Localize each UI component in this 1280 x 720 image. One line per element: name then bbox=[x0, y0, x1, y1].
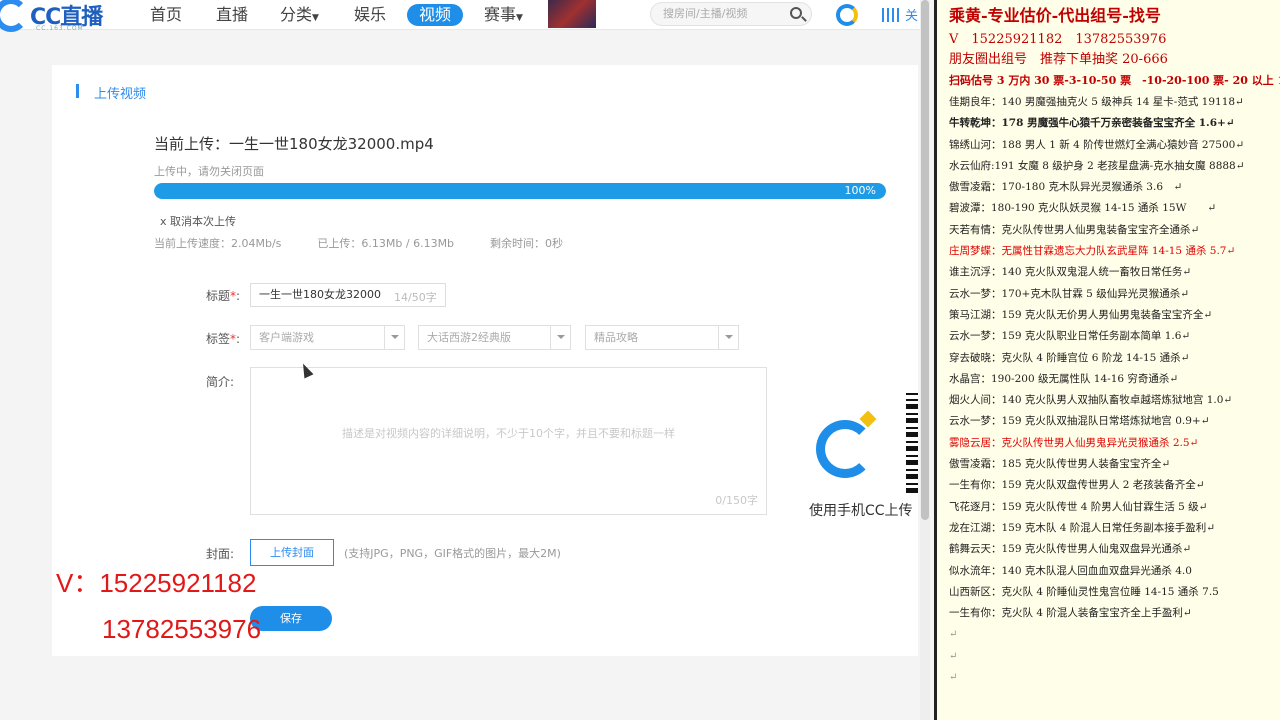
side-row: 天若有情：克火队传世男人仙男鬼装备宝宝齐全通杀↵ bbox=[949, 223, 1200, 236]
side-row: 谁主沉浮：140 克火队双鬼混人统一畜牧日常任务↵ bbox=[949, 266, 1192, 279]
upload-hint: 上传中，请勿关闭页面 bbox=[154, 165, 264, 178]
side-row: 水晶宫：190-200 级无属性队 14-16 穷奇通杀↵ bbox=[949, 372, 1179, 385]
remaining-time: 剩余时间：0秒 bbox=[490, 237, 564, 250]
search-icon[interactable] bbox=[790, 7, 802, 19]
nav-category[interactable]: 分类▼ bbox=[280, 4, 319, 26]
side-row: 傲雪凌霜：185 克火队传世男人装备宝宝齐全↵ bbox=[949, 458, 1171, 471]
qr-code-icon bbox=[906, 393, 918, 493]
side-title: 乘黄-专业估价-代出组号-找号 bbox=[949, 6, 1161, 25]
cc-logo-icon bbox=[0, 0, 28, 32]
side-row: 穿去破晓：克火队 4 阶睡宫位 6 阶龙 14-15 通杀↵ bbox=[949, 351, 1190, 364]
cc-app-icon[interactable] bbox=[836, 4, 858, 26]
upload-progress-fill bbox=[154, 183, 886, 199]
scrollbar-thumb[interactable] bbox=[921, 0, 929, 520]
description-textarea[interactable]: 描述是对视频内容的详细说明，不少于10个字，并且不要和标题一样 0/150字 bbox=[250, 367, 767, 515]
cover-hint: (支持JPG，PNG，GIF格式的图片，最大2M) bbox=[344, 547, 561, 560]
blank-line: ↵ bbox=[949, 650, 958, 662]
side-row: 雾隐云居：克火队传世男人仙男鬼异光灵猴通杀 2.5↵ bbox=[949, 436, 1199, 449]
side-scan-pricing: 扫码估号 3 万内 30 票-3-10-50 票 -10-20-100 票- 2… bbox=[949, 74, 1280, 87]
title-label-text: 标题 bbox=[205, 289, 230, 303]
title-char-count: 14/50字 bbox=[394, 291, 437, 304]
label-colon: : bbox=[235, 289, 240, 303]
side-promo: 朋友圈出组号 推荐下单抽奖 20-666 bbox=[949, 52, 1168, 67]
nav-home[interactable]: 首页 bbox=[150, 4, 182, 26]
cover-label: 封面: bbox=[205, 547, 234, 561]
tag-select-1[interactable]: 客户端游戏 bbox=[250, 325, 405, 350]
logo-subtext: CC.163.COM bbox=[36, 25, 84, 32]
nav-events[interactable]: 赛事▼ bbox=[484, 4, 523, 26]
side-row: 云水一梦：159 克火队双抽混队日常塔炼狱地宫 0.9+↵ bbox=[949, 415, 1210, 428]
side-row: 鹤舞云天：159 克火队传世男人仙鬼双盘异光通杀↵ bbox=[949, 543, 1192, 556]
side-row: 锦绣山河：188 男人 1 新 4 阶传世燃灯全满心猿妙音 27500↵ bbox=[949, 138, 1245, 151]
side-row: 牛转乾坤：178 男魔强牛心猿千万亲密装备宝宝齐全 1.6+↵ bbox=[949, 117, 1235, 130]
side-rows: 佳期良年：140 男魔强抽克火 5 级神兵 14 星卡-范式 19118↵ 牛转乾… bbox=[949, 92, 1280, 624]
chevron-down-icon: ▼ bbox=[312, 13, 319, 23]
page-scrollbar[interactable] bbox=[920, 0, 930, 720]
chevron-down-icon bbox=[718, 326, 738, 349]
side-row: 庄周梦蝶：无属性甘霖遗忘大力队玄武星阵 14-15 通杀 5.7↵ bbox=[949, 245, 1236, 258]
progress-percent: 100% bbox=[844, 184, 876, 197]
blank-line: ↵ bbox=[949, 672, 958, 684]
overlay-phone-line-1: V：15225921182 bbox=[56, 568, 257, 598]
tag-select-3[interactable]: 精品攻略 bbox=[585, 325, 739, 350]
side-row: 烟火人间：140 克火队男人双抽队畜牧卓越塔炼狱地宫 1.0↵ bbox=[949, 394, 1233, 407]
save-button[interactable]: 保存 bbox=[250, 606, 332, 631]
side-text-panel: 乘黄-专业估价-代出组号-找号 V 15225921182 1378255397… bbox=[934, 0, 1280, 720]
side-row: 龙在江湖：159 克木队 4 阶混人日常任务副本接手盈利↵ bbox=[949, 521, 1216, 534]
current-upload-label: 当前上传：一生一世180女龙32000.mp4 bbox=[154, 135, 434, 153]
blank-line: ↵ bbox=[949, 629, 958, 641]
mobile-upload-text: 使用手机CC上传 bbox=[809, 503, 913, 519]
upload-cover-button[interactable]: 上传封面 bbox=[250, 539, 334, 566]
overlay-phone-line-2: 13782553976 bbox=[102, 614, 262, 644]
side-row: 水云仙府:191 女魔 8 级护身 2 老孩星盘满-克水抽女魔 8888↵ bbox=[949, 159, 1245, 172]
top-nav: CC直播 CC.163.COM 首页 直播 分类▼ 娱乐 视频 赛事▼ 搜房间/… bbox=[0, 0, 930, 32]
side-row: 云水一梦：170+克木队甘霖 5 级仙异光灵猴通杀↵ bbox=[949, 287, 1189, 300]
tag-select-1-value: 客户端游戏 bbox=[259, 331, 314, 344]
tags-label: 标签*: bbox=[180, 330, 240, 347]
event-thumbnail[interactable] bbox=[548, 0, 596, 28]
chevron-down-icon: ▼ bbox=[516, 13, 523, 23]
side-row: 一生有你：159 克火队双盘传世男人 2 老孩装备齐全↵ bbox=[949, 479, 1205, 492]
side-row: 策马江湖：159 克火队无价男人男仙男鬼装备宝宝齐全↵ bbox=[949, 308, 1213, 321]
desc-label: 简介: bbox=[205, 375, 234, 389]
upload-speed: 当前上传速度：2.04Mb/s bbox=[154, 237, 282, 250]
side-phone: V 15225921182 13782553976 bbox=[949, 32, 1167, 47]
description-char-count: 0/150字 bbox=[715, 494, 758, 507]
tag-select-2[interactable]: 大话西游2经典版 bbox=[418, 325, 571, 350]
label-colon: : bbox=[235, 332, 240, 346]
side-row: 山西新区：克火队 4 阶睡仙灵性鬼宫位睡 14-15 通杀 7.5 bbox=[949, 585, 1219, 598]
side-row: 碧波潭：180-190 克火队妖灵猴 14-15 通杀 15W ↵ bbox=[949, 202, 1217, 215]
chevron-down-icon bbox=[384, 326, 404, 349]
nav-live[interactable]: 直播 bbox=[216, 4, 248, 26]
bars-icon[interactable] bbox=[882, 8, 902, 22]
uploaded-size: 已上传：6.13Mb / 6.13Mb bbox=[317, 237, 455, 250]
tags-label-text: 标签 bbox=[205, 332, 230, 346]
section-title: 上传视频 bbox=[76, 83, 146, 102]
side-row: 似水流年：140 克木队混人回血血双盘异光通杀 4.0 bbox=[949, 564, 1192, 577]
side-row: 佳期良年：140 男魔强抽克火 5 级神兵 14 星卡-范式 19118↵ bbox=[949, 96, 1244, 108]
description-placeholder: 描述是对视频内容的详细说明，不少于10个字，并且不要和标题一样 bbox=[342, 427, 675, 440]
title-label: 标题*: bbox=[180, 287, 240, 304]
side-row: 傲雪凌霜：170-180 克木队异光灵猴通杀 3.6 ↵ bbox=[949, 181, 1183, 194]
upload-progress-bar: 100% bbox=[154, 183, 886, 199]
side-row: 一生有你：克火队 4 阶混人装备宝宝齐全上手盈利↵ bbox=[949, 607, 1192, 620]
nav-entertainment[interactable]: 娱乐 bbox=[354, 4, 386, 26]
nav-events-label: 赛事 bbox=[484, 5, 517, 24]
side-row: 飞花逐月：159 克火队传世 4 阶男人仙甘霖生活 5 级↵ bbox=[949, 500, 1208, 513]
tag-select-2-value: 大话西游2经典版 bbox=[427, 331, 511, 344]
upload-stats: 当前上传速度：2.04Mb/s 已上传：6.13Mb / 6.13Mb 剩余时间… bbox=[154, 235, 599, 251]
nav-category-label: 分类 bbox=[280, 5, 313, 24]
cc-mobile-logo-icon bbox=[816, 420, 874, 478]
cancel-upload-link[interactable]: x 取消本次上传 bbox=[160, 213, 236, 229]
nav-video[interactable]: 视频 bbox=[407, 4, 464, 26]
tag-select-3-value: 精品攻略 bbox=[594, 331, 638, 344]
side-row: 云水一梦：159 克火队职业日常任务副本简单 1.6↵ bbox=[949, 330, 1191, 343]
chevron-down-icon bbox=[550, 326, 570, 349]
search-input[interactable]: 搜房间/主播/视频 bbox=[650, 2, 812, 26]
